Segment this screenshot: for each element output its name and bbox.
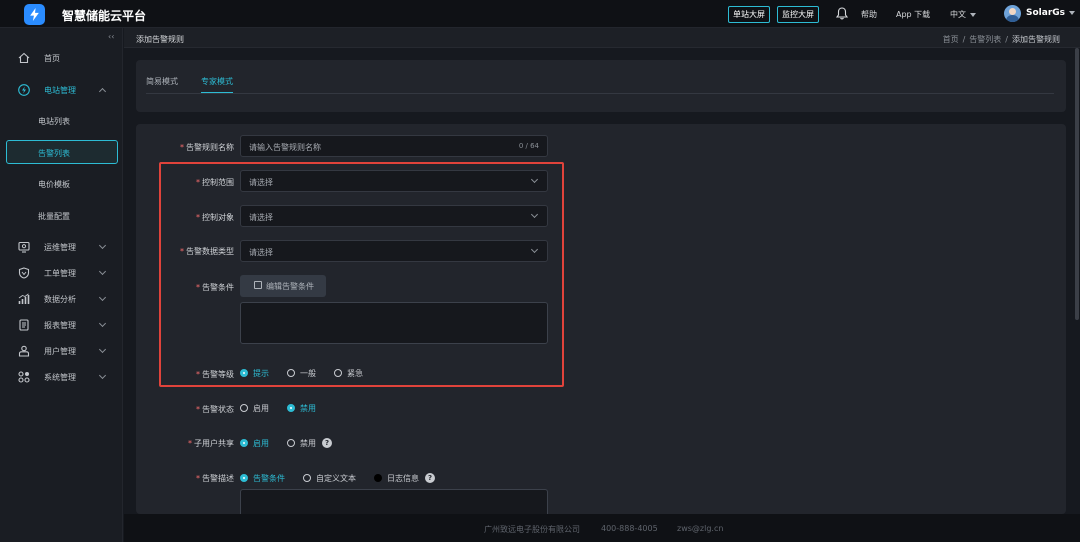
status-label: * 告警状态 bbox=[196, 405, 234, 414]
sidebar-item-label: 工单管理 bbox=[44, 268, 76, 278]
breadcrumb-current: 添加告警规则 bbox=[1012, 35, 1060, 44]
sidebar-item-system[interactable]: 系统管理 bbox=[0, 366, 123, 388]
sidebar-subitem-label: 电站列表 bbox=[38, 117, 70, 126]
top-header: 智慧储能云平台 单站大屏 监控大屏 帮助 App 下载 中文 SolarGs bbox=[0, 0, 1080, 28]
sidebar-item-operations[interactable]: 运维管理 bbox=[0, 236, 123, 258]
single-station-screen-button[interactable]: 单站大屏 bbox=[728, 6, 770, 23]
sidebar-subitem-station-list[interactable]: 电站列表 bbox=[0, 110, 123, 132]
sidebar-item-label: 报表管理 bbox=[44, 320, 76, 330]
sidebar: ‹‹ 首页 电站管理 电站列表 告警列表 电价模板 批量配置 运维管理 工单管理… bbox=[0, 28, 123, 542]
char-counter: 0 / 64 bbox=[518, 142, 539, 150]
tab-simple-mode[interactable]: 简易模式 bbox=[146, 76, 178, 92]
footer-phone: 400-888-4005 bbox=[601, 524, 658, 533]
chevron-up-icon bbox=[98, 87, 107, 96]
chevron-down-icon bbox=[98, 345, 107, 354]
sidebar-item-data-analysis[interactable]: 数据分析 bbox=[0, 288, 123, 310]
sidebar-subitem-price-template[interactable]: 电价模板 bbox=[0, 173, 123, 195]
home-icon bbox=[18, 52, 30, 64]
rule-name-input[interactable]: 请输入告警规则名称 0 / 64 bbox=[240, 135, 548, 157]
rule-name-placeholder: 请输入告警规则名称 bbox=[249, 143, 321, 152]
user-icon bbox=[18, 345, 30, 357]
collapse-sidebar-icon[interactable]: ‹‹ bbox=[108, 32, 114, 41]
highlight-box bbox=[159, 162, 564, 387]
sidebar-item-label: 电站管理 bbox=[44, 85, 76, 95]
sidebar-item-reports[interactable]: 报表管理 bbox=[0, 314, 123, 336]
share-radio-disable[interactable]: 禁用 bbox=[287, 438, 316, 449]
scrollbar[interactable] bbox=[1075, 48, 1079, 320]
chevron-down-icon bbox=[98, 267, 107, 276]
app-download-link[interactable]: App 下载 bbox=[896, 9, 930, 20]
sidebar-item-work-orders[interactable]: 工单管理 bbox=[0, 262, 123, 284]
bell-icon[interactable] bbox=[836, 7, 848, 20]
chevron-down-icon bbox=[1069, 10, 1076, 15]
tabs-divider bbox=[146, 93, 1054, 94]
chevron-down-icon bbox=[98, 293, 107, 302]
help-circle-icon[interactable]: ? bbox=[322, 438, 332, 448]
sidebar-item-label: 用户管理 bbox=[44, 346, 76, 356]
report-icon bbox=[19, 319, 29, 331]
monitor-screen-button[interactable]: 监控大屏 bbox=[777, 6, 819, 23]
breadcrumb-bar: 添加告警规则 首页 / 告警列表 / 添加告警规则 bbox=[124, 28, 1080, 48]
page-title: 添加告警规则 bbox=[136, 35, 184, 44]
brand-title: 智慧储能云平台 bbox=[62, 9, 147, 23]
breadcrumb-home[interactable]: 首页 bbox=[943, 35, 959, 44]
sidebar-subitem-label: 告警列表 bbox=[38, 149, 70, 158]
sidebar-item-station-management[interactable]: 电站管理 bbox=[0, 79, 123, 101]
status-radio-enable[interactable]: 启用 bbox=[240, 403, 269, 414]
chevron-down-icon bbox=[98, 319, 107, 328]
tab-expert-mode[interactable]: 专家模式 bbox=[201, 76, 233, 94]
sidebar-subitem-label: 批量配置 bbox=[38, 212, 70, 221]
breadcrumb-alarm-list[interactable]: 告警列表 bbox=[969, 35, 1001, 44]
desc-radio-condition[interactable]: 告警条件 bbox=[240, 473, 285, 484]
breadcrumb-separator: / bbox=[1005, 35, 1008, 44]
desc-radio-log-info[interactable]: 日志信息 bbox=[374, 473, 419, 484]
breadcrumb: 首页 / 告警列表 / 添加告警规则 bbox=[943, 34, 1060, 45]
grid-icon bbox=[18, 371, 30, 383]
logo-icon[interactable] bbox=[24, 4, 45, 25]
mode-tabs-card: 简易模式 专家模式 bbox=[136, 60, 1066, 112]
sidebar-item-label: 数据分析 bbox=[44, 294, 76, 304]
sidebar-item-label: 首页 bbox=[44, 53, 60, 63]
username-label: SolarGs bbox=[1026, 8, 1066, 18]
sidebar-subitem-batch-config[interactable]: 批量配置 bbox=[0, 205, 123, 227]
chevron-down-icon bbox=[98, 371, 107, 380]
monitor-icon bbox=[18, 241, 30, 253]
sidebar-subitem-alarm-list[interactable]: 告警列表 bbox=[6, 140, 118, 164]
footer-company: 广州致远电子股份有限公司 bbox=[484, 525, 580, 534]
sidebar-item-users[interactable]: 用户管理 bbox=[0, 340, 123, 362]
help-circle-icon[interactable]: ? bbox=[425, 473, 435, 483]
footer: 广州致远电子股份有限公司 400-888-4005 zws@zlg.cn bbox=[124, 514, 1080, 542]
share-label: * 子用户共享 bbox=[188, 439, 234, 448]
language-select[interactable]: 中文 bbox=[950, 9, 976, 20]
bar-chart-icon bbox=[18, 293, 30, 304]
username-menu[interactable]: SolarGs bbox=[1026, 8, 1076, 18]
avatar[interactable] bbox=[1004, 5, 1021, 22]
sidebar-item-home[interactable]: 首页 bbox=[0, 47, 123, 69]
lightning-circle-icon bbox=[18, 84, 30, 96]
desc-radio-group: 告警条件 自定义文本 日志信息 ? bbox=[240, 472, 435, 484]
sidebar-subitem-label: 电价模板 bbox=[38, 180, 70, 189]
breadcrumb-separator: / bbox=[962, 35, 966, 44]
help-link[interactable]: 帮助 bbox=[861, 9, 877, 20]
desc-label: * 告警描述 bbox=[196, 474, 234, 483]
desc-radio-custom-text[interactable]: 自定义文本 bbox=[303, 473, 356, 484]
chevron-down-icon bbox=[98, 241, 107, 250]
shield-icon bbox=[18, 267, 30, 279]
chevron-down-icon bbox=[970, 12, 976, 17]
rule-name-label: * 告警规则名称 bbox=[180, 143, 234, 152]
status-radio-disable[interactable]: 禁用 bbox=[287, 403, 316, 414]
status-radio-group: 启用 禁用 bbox=[240, 402, 334, 414]
language-label: 中文 bbox=[950, 10, 966, 19]
sidebar-item-label: 运维管理 bbox=[44, 242, 76, 252]
footer-email: zws@zlg.cn bbox=[677, 524, 724, 533]
sidebar-item-label: 系统管理 bbox=[44, 372, 76, 382]
share-radio-group: 启用 禁用 ? bbox=[240, 437, 332, 449]
share-radio-enable[interactable]: 启用 bbox=[240, 438, 269, 449]
